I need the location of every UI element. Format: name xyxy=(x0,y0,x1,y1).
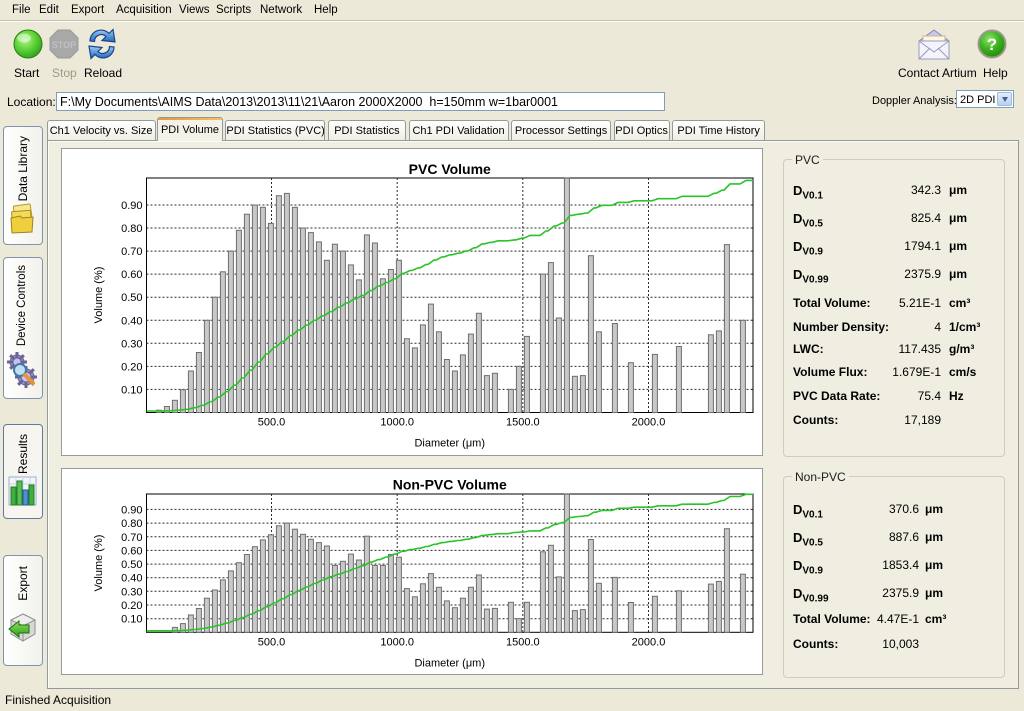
svg-text:1500.0: 1500.0 xyxy=(506,636,540,648)
svg-text:0.50: 0.50 xyxy=(121,559,142,571)
svg-text:0.30: 0.30 xyxy=(121,586,142,598)
svg-text:0.40: 0.40 xyxy=(121,315,142,327)
svg-text:0.10: 0.10 xyxy=(121,384,142,396)
svg-text:0.30: 0.30 xyxy=(121,338,142,350)
svg-text:0.70: 0.70 xyxy=(121,246,142,258)
svg-text:1500.0: 1500.0 xyxy=(506,417,540,429)
svg-text:0.60: 0.60 xyxy=(121,545,142,557)
svg-text:0.50: 0.50 xyxy=(121,292,142,304)
svg-text:0.90: 0.90 xyxy=(121,200,142,212)
svg-text:0.80: 0.80 xyxy=(121,223,142,235)
svg-text:2000.0: 2000.0 xyxy=(632,636,666,648)
svg-text:Diameter (μm): Diameter (μm) xyxy=(414,438,485,450)
svg-text:STOP: STOP xyxy=(52,40,76,50)
svg-text:0.60: 0.60 xyxy=(121,269,142,281)
svg-text:Volume (%): Volume (%) xyxy=(93,267,105,324)
svg-text:?: ? xyxy=(987,35,997,54)
svg-text:Non-PVC Volume: Non-PVC Volume xyxy=(393,476,507,492)
svg-text:0.80: 0.80 xyxy=(121,518,142,530)
svg-text:Diameter (μm): Diameter (μm) xyxy=(414,657,485,669)
svg-text:500.0: 500.0 xyxy=(258,417,286,429)
svg-text:1000.0: 1000.0 xyxy=(380,417,414,429)
svg-text:0.10: 0.10 xyxy=(121,614,142,626)
svg-text:0.40: 0.40 xyxy=(121,573,142,585)
svg-text:Volume (%): Volume (%) xyxy=(93,535,105,592)
svg-text:0.20: 0.20 xyxy=(121,361,142,373)
svg-text:0.90: 0.90 xyxy=(121,504,142,516)
svg-text:0.70: 0.70 xyxy=(121,532,142,544)
svg-text:2000.0: 2000.0 xyxy=(632,417,666,429)
svg-text:1000.0: 1000.0 xyxy=(380,636,414,648)
svg-text:PVC Volume: PVC Volume xyxy=(409,161,491,177)
svg-text:500.0: 500.0 xyxy=(258,636,286,648)
svg-text:0.20: 0.20 xyxy=(121,600,142,612)
